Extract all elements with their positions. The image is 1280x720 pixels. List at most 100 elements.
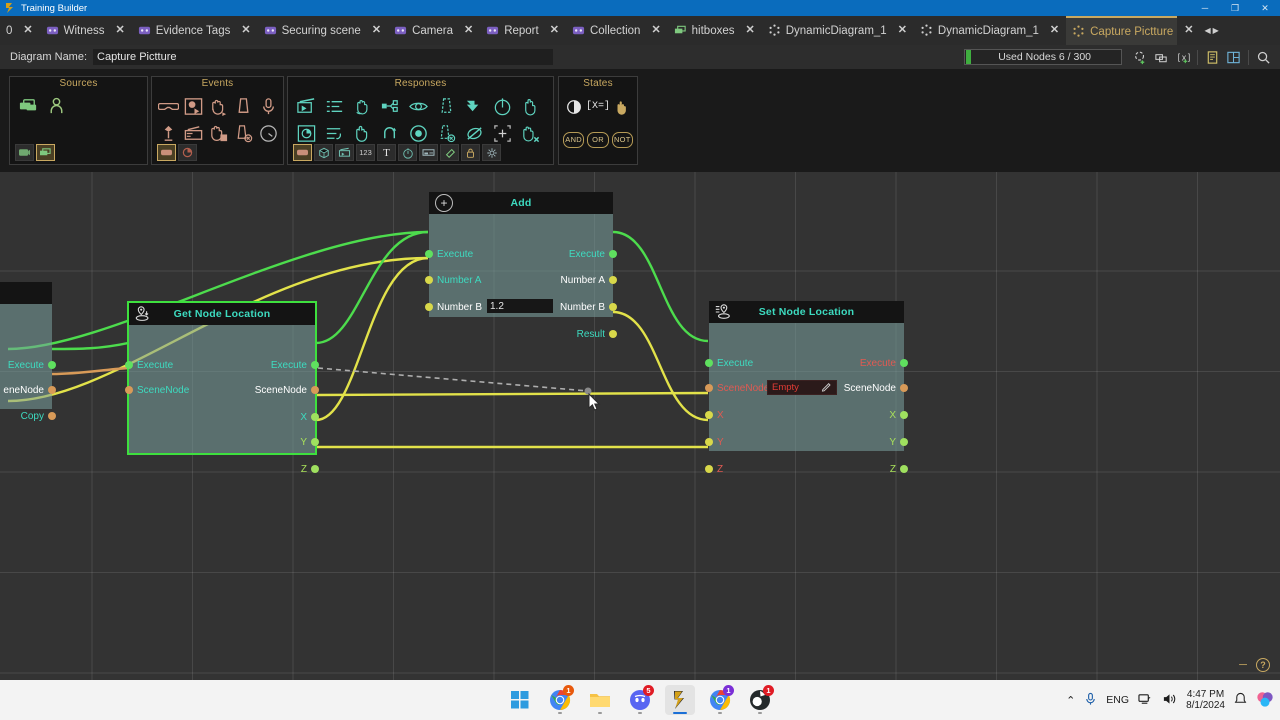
pin-output-z[interactable]: Z <box>301 463 307 475</box>
pin-dot-input-number-a[interactable] <box>425 276 433 284</box>
cone-remove-icon[interactable] <box>232 121 254 146</box>
clock[interactable]: 4:47 PM 8/1/2024 <box>1186 689 1225 712</box>
cube-icon[interactable] <box>314 144 333 161</box>
tab-scroll-left-icon[interactable]: ◀ <box>1204 26 1210 35</box>
tab-hitboxes[interactable]: hitboxes <box>668 16 739 45</box>
eraser-icon[interactable] <box>440 144 459 161</box>
pin-input-scenenode[interactable]: SceneNode <box>137 384 189 396</box>
pin-input-y[interactable]: Y <box>717 436 724 448</box>
palette-subrow-events[interactable] <box>157 144 197 161</box>
pin-dot-output-number-b[interactable] <box>609 303 617 311</box>
pin-dot-input-execute[interactable] <box>705 359 713 367</box>
pin-input-number-a[interactable]: Number A <box>437 274 481 286</box>
node-graph-canvas[interactable]: Execute eneNode Copy + Add <box>0 172 1280 680</box>
pin-dot-input-z[interactable] <box>705 465 713 473</box>
node-add[interactable]: + Add Execute Number A Number B 1.2 <box>429 192 613 317</box>
pin-output-scenenode[interactable]: SceneNode <box>844 382 896 394</box>
tab-0[interactable]: 0 <box>0 16 16 45</box>
pin-output-y[interactable]: Y <box>889 436 896 448</box>
source-object-icon[interactable] <box>15 144 34 161</box>
tab-close-icon[interactable]: ✕ <box>1177 16 1200 45</box>
lock-icon[interactable] <box>461 144 480 161</box>
tab-close-icon[interactable]: ✕ <box>1043 16 1066 45</box>
hand-pointer-icon[interactable] <box>611 94 633 119</box>
arrow-down-box-icon[interactable] <box>462 94 487 119</box>
canvas-corner-buttons[interactable]: ─ ? <box>1236 658 1270 672</box>
search-icon[interactable] <box>1254 48 1273 67</box>
add-node-icon[interactable] <box>1131 48 1150 67</box>
pin-output-x[interactable]: X <box>300 411 307 423</box>
pin-dot-output-y[interactable] <box>311 438 319 446</box>
pin-input-z[interactable]: Z <box>717 463 723 475</box>
play-media-icon[interactable] <box>294 94 319 119</box>
settings-gear-icon[interactable] <box>482 144 501 161</box>
pin-dot-output-scenenode[interactable] <box>900 384 908 392</box>
tab-close-icon[interactable]: ✕ <box>891 16 914 45</box>
rotate-arrow-icon[interactable] <box>378 121 403 146</box>
tab-camera[interactable]: Camera <box>388 16 457 45</box>
node-offscreen[interactable]: Execute eneNode Copy <box>0 282 52 409</box>
minimize-button[interactable]: ─ <box>1190 0 1220 16</box>
start-button-icon[interactable] <box>505 685 535 715</box>
file-explorer-icon[interactable] <box>585 685 615 715</box>
tab-close-icon[interactable]: ✕ <box>543 16 566 45</box>
tab-close-icon[interactable]: ✕ <box>457 16 480 45</box>
state-or-button[interactable]: OR <box>587 132 608 148</box>
stopwatch-icon[interactable] <box>490 94 515 119</box>
tab-strip[interactable]: 0✕Witness✕Evidence Tags✕Securing scene✕C… <box>0 16 1280 45</box>
pin-dot-input-x[interactable] <box>705 411 713 419</box>
obs-icon[interactable]: 1 <box>745 685 775 715</box>
pin-output-execute[interactable]: Execute <box>8 359 44 371</box>
close-button[interactable]: ✕ <box>1250 0 1280 16</box>
pin-input-execute[interactable]: Execute <box>437 248 473 260</box>
plus-circle-icon[interactable]: + <box>435 194 453 212</box>
hand-point-icon[interactable] <box>350 121 375 146</box>
notes-icon[interactable] <box>1203 48 1222 67</box>
state-and-button[interactable]: AND <box>563 132 584 148</box>
notification-bell-icon[interactable] <box>1234 692 1247 709</box>
pin-input-execute[interactable]: Execute <box>137 359 173 371</box>
microphone-icon[interactable] <box>257 94 279 119</box>
pin-dot-output-number-a[interactable] <box>609 276 617 284</box>
volume-icon[interactable] <box>1162 692 1177 709</box>
pin-dot-copy[interactable] <box>48 412 56 420</box>
tab-close-icon[interactable]: ✕ <box>234 16 257 45</box>
taskbar-apps[interactable]: 1 5 1 1 <box>505 685 775 715</box>
tab-securing-scene[interactable]: Securing scene <box>258 16 365 45</box>
pin-output-execute[interactable]: Execute <box>271 359 307 371</box>
media-icon[interactable] <box>335 144 354 161</box>
diagram-name-input[interactable] <box>93 49 553 65</box>
pin-output-scenenode[interactable]: eneNode <box>3 384 44 396</box>
number-icon[interactable]: 123 <box>356 144 375 161</box>
timer-circle-icon[interactable] <box>257 121 279 146</box>
tab-close-icon[interactable]: ✕ <box>739 16 762 45</box>
pin-output-z[interactable]: Z <box>890 463 896 475</box>
pin-dot-input-execute[interactable] <box>425 250 433 258</box>
node-set-node-location[interactable]: Set Node Location Execute SceneNode Empt… <box>709 301 904 451</box>
tab-capture-pictture[interactable]: Capture Pictture <box>1066 16 1177 45</box>
pin-dot-output-scenenode[interactable] <box>311 386 319 394</box>
pencil-icon[interactable] <box>821 381 832 395</box>
contrast-toggle-icon[interactable] <box>563 94 585 119</box>
number-b-value-field[interactable]: 1.2 <box>487 299 553 313</box>
discord-icon[interactable]: 5 <box>625 685 655 715</box>
event-card-icon[interactable] <box>157 144 176 161</box>
palette-subrow-responses[interactable]: 123 T <box>293 144 501 161</box>
pin-dot-output-execute[interactable] <box>900 359 908 367</box>
node-header[interactable]: Set Node Location <box>709 301 904 323</box>
hand-remove-icon[interactable] <box>518 121 543 146</box>
eye-icon[interactable] <box>406 94 431 119</box>
pin-input-scenenode[interactable]: SceneNode <box>717 382 769 394</box>
node-header[interactable]: Get Node Location <box>129 303 315 325</box>
record-dot-icon[interactable] <box>406 121 431 146</box>
text-icon[interactable]: T <box>377 144 396 161</box>
pin-dot-input-scenenode[interactable] <box>705 384 713 392</box>
state-not-button[interactable]: NOT <box>612 132 633 148</box>
hand-release-icon[interactable] <box>208 121 230 146</box>
chrome-icon[interactable]: 1 <box>545 685 575 715</box>
microphone-icon[interactable] <box>1084 692 1097 709</box>
pin-dot-output-x[interactable] <box>900 411 908 419</box>
pin-output-execute[interactable]: Execute <box>569 248 605 260</box>
scene-stack-icon[interactable] <box>16 94 41 119</box>
hand-wave-icon[interactable] <box>518 94 543 119</box>
